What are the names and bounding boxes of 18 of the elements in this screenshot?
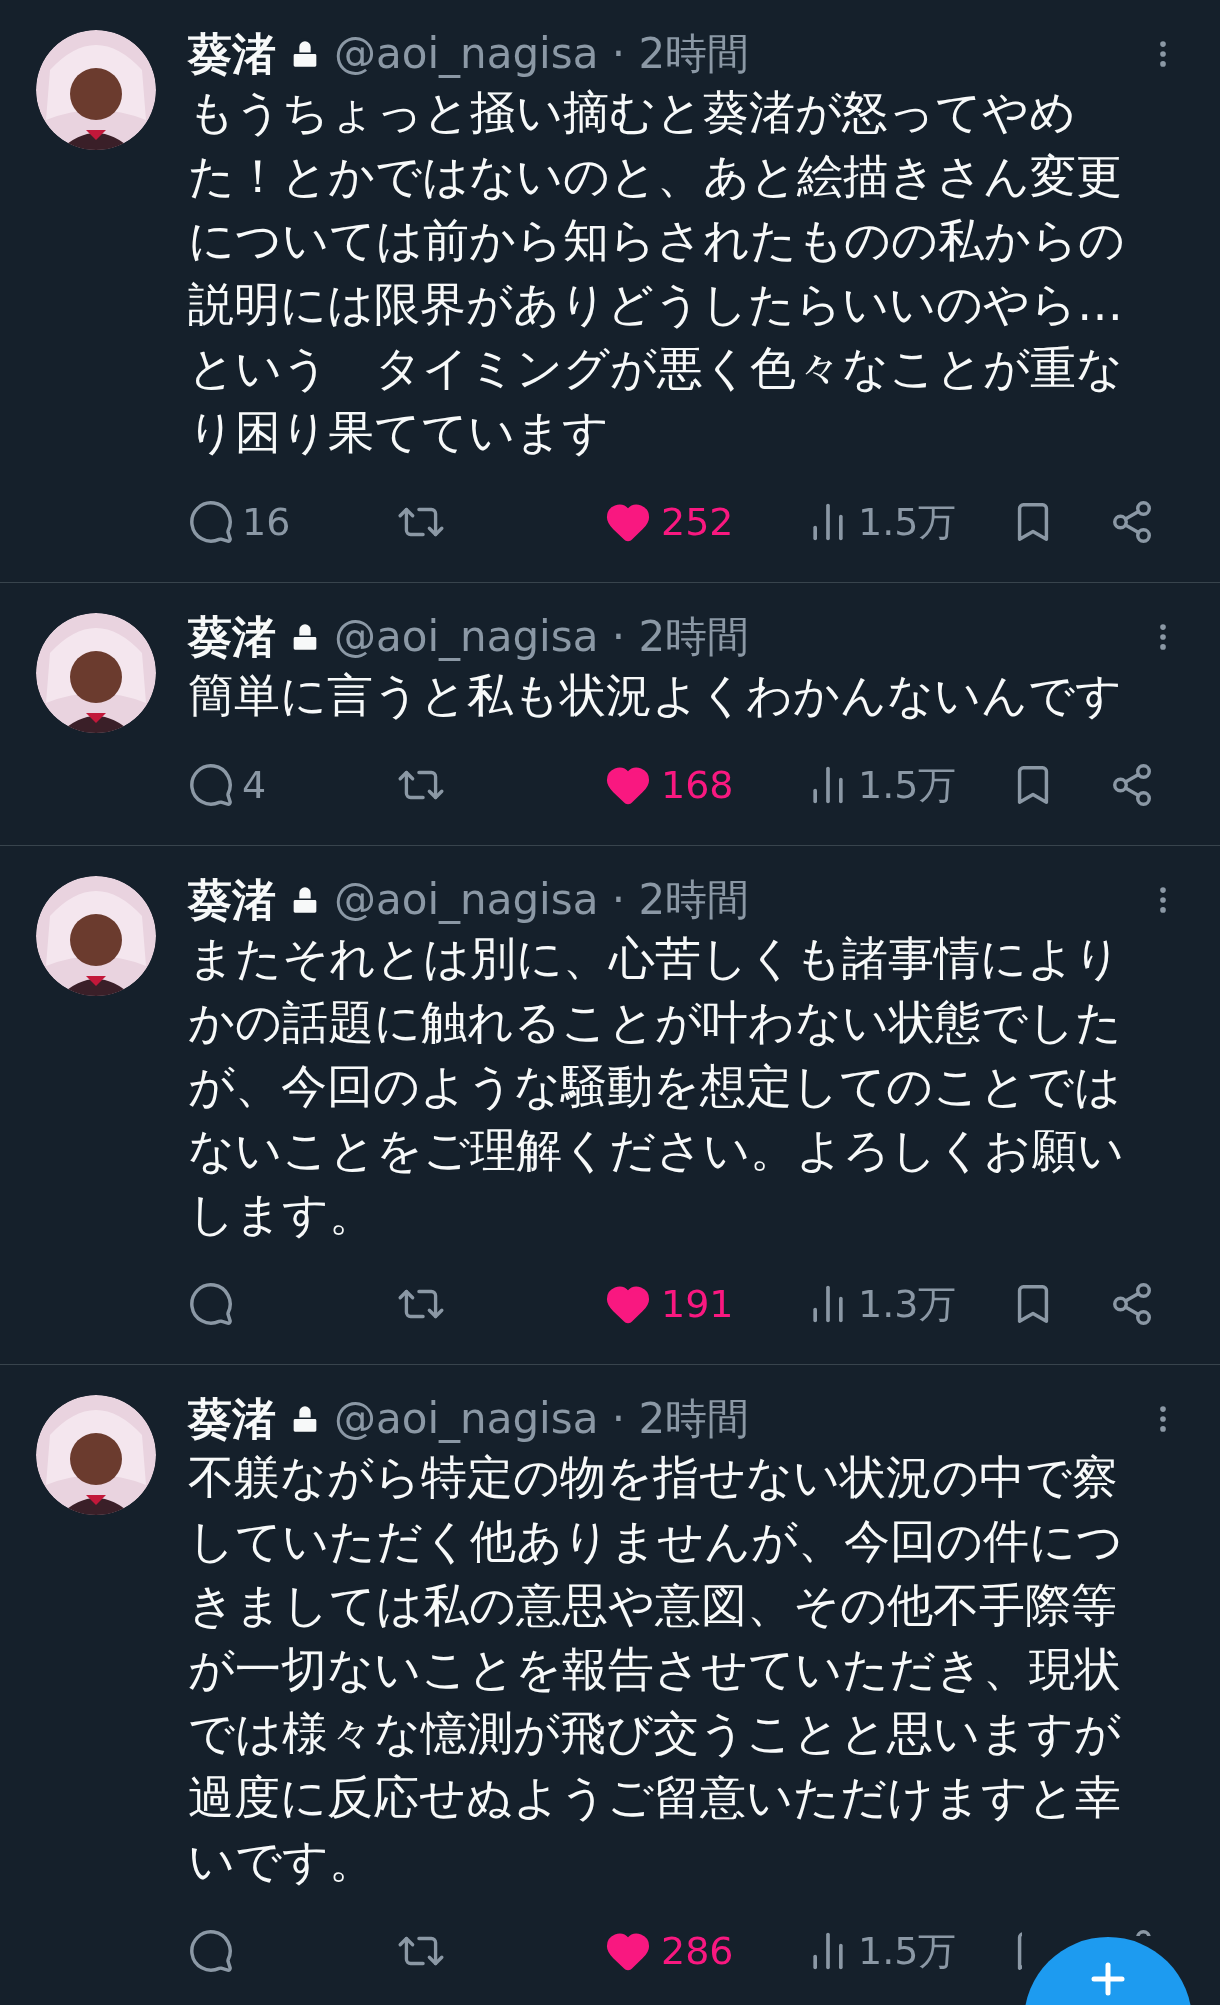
reply-count: 4 [242, 761, 267, 809]
tweet-text: 簡単に言うと私も状況よくわかんないんです [188, 667, 1123, 724]
like-count: 168 [661, 761, 734, 809]
author-name[interactable]: 葵渚 [188, 878, 276, 922]
view-count: 1.3万 [858, 1280, 957, 1328]
like-count: 286 [661, 1927, 734, 1975]
author-name[interactable]: 葵渚 [188, 32, 276, 76]
like-count: 252 [661, 498, 734, 546]
view-count: 1.5万 [858, 1927, 957, 1975]
reply-count: 16 [242, 498, 291, 546]
tweet-text: もうちょっと掻い摘むと葵渚が怒ってやめた！とかではないのと、あと絵描きさん変更については前から知らされたものの私からの説明には限界がありどうしたらいいのやら…という タイミングが悪く色々なことが重なり困り果てています [188, 84, 1126, 461]
view-count: 1.5万 [858, 761, 957, 809]
author-name[interactable]: 葵渚 [188, 615, 276, 659]
like-count: 191 [661, 1280, 734, 1328]
tweet-text: またそれとは別に、心苦しくも諸事情によりかの話題に触れることが叶わない状態でしたが、今回のような騒動を想定してのことではないことをご理解ください。よろしくお願いします。 [188, 930, 1125, 1243]
view-count: 1.5万 [858, 498, 957, 546]
tweet-text: 不躾ながら特定の物を指せない状況の中で察していただく他ありませんが、今回の件につきましては私の意思や意図、その他不手際等が一切ないことを報告させていただき、現状では様々な憶測が飛び交うことと思いますが過度に反応せぬようご留意いただけますと幸いです。 [188, 1449, 1124, 1890]
author-name[interactable]: 葵渚 [188, 1397, 276, 1441]
